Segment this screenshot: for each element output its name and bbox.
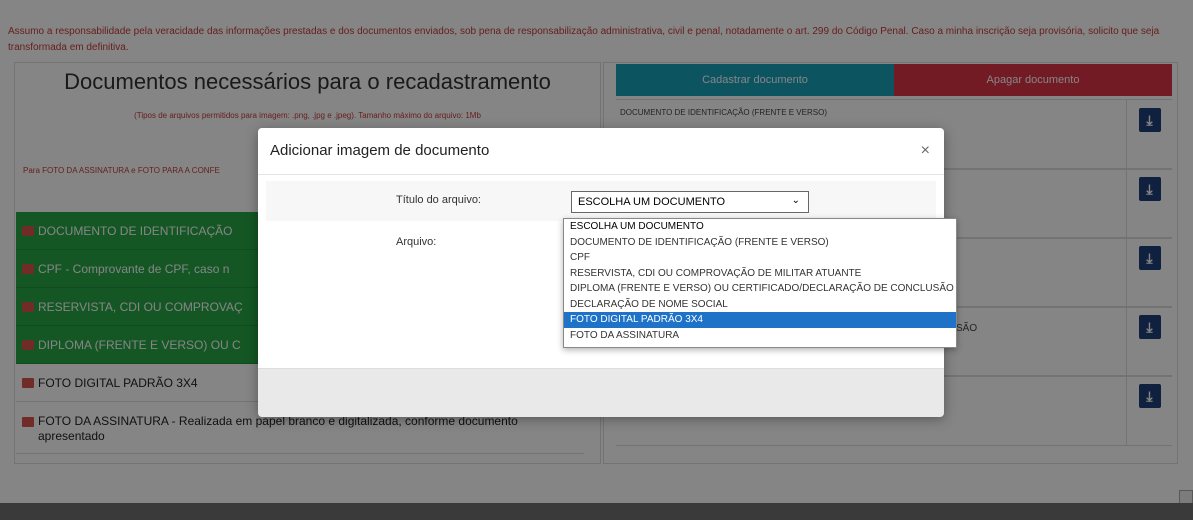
document-type-option[interactable]: DOCUMENTO DE IDENTIFICAÇÃO (FRENTE E VER… (564, 235, 956, 251)
document-type-options: ESCOLHA UM DOCUMENTO DOCUMENTO DE IDENTI… (563, 218, 957, 348)
document-type-option[interactable]: RESERVISTA, CDI OU COMPROVAÇÃO DE MILITA… (564, 266, 956, 282)
document-type-option[interactable]: FOTO DA ASSINATURA (564, 328, 956, 344)
document-type-option[interactable]: DECLARAÇÃO DE NOME SOCIAL (564, 297, 956, 313)
file-title-row: Título do arquivo: ESCOLHA UM DOCUMENTO … (266, 181, 936, 221)
file-title-label: Título do arquivo: (396, 194, 481, 206)
document-type-option[interactable]: DIPLOMA (FRENTE E VERSO) OU CERTIFICADO/… (564, 281, 956, 297)
document-type-option-highlighted[interactable]: FOTO DIGITAL PADRÃO 3X4 (564, 312, 956, 328)
modal-header: Adicionar imagem de documento × (258, 128, 944, 175)
footer-bar (0, 503, 1193, 520)
modal-footer (258, 368, 944, 417)
document-type-option[interactable]: CPF (564, 250, 956, 266)
document-type-option[interactable]: ESCOLHA UM DOCUMENTO (564, 219, 956, 235)
document-type-selected-value: ESCOLHA UM DOCUMENTO (578, 196, 726, 208)
document-type-select[interactable]: ESCOLHA UM DOCUMENTO ⌄ (571, 191, 809, 213)
chevron-down-icon: ⌄ (791, 195, 800, 206)
file-label: Arquivo: (396, 236, 437, 248)
close-icon[interactable]: × (921, 142, 930, 160)
modal-title: Adicionar imagem de documento (270, 142, 490, 159)
